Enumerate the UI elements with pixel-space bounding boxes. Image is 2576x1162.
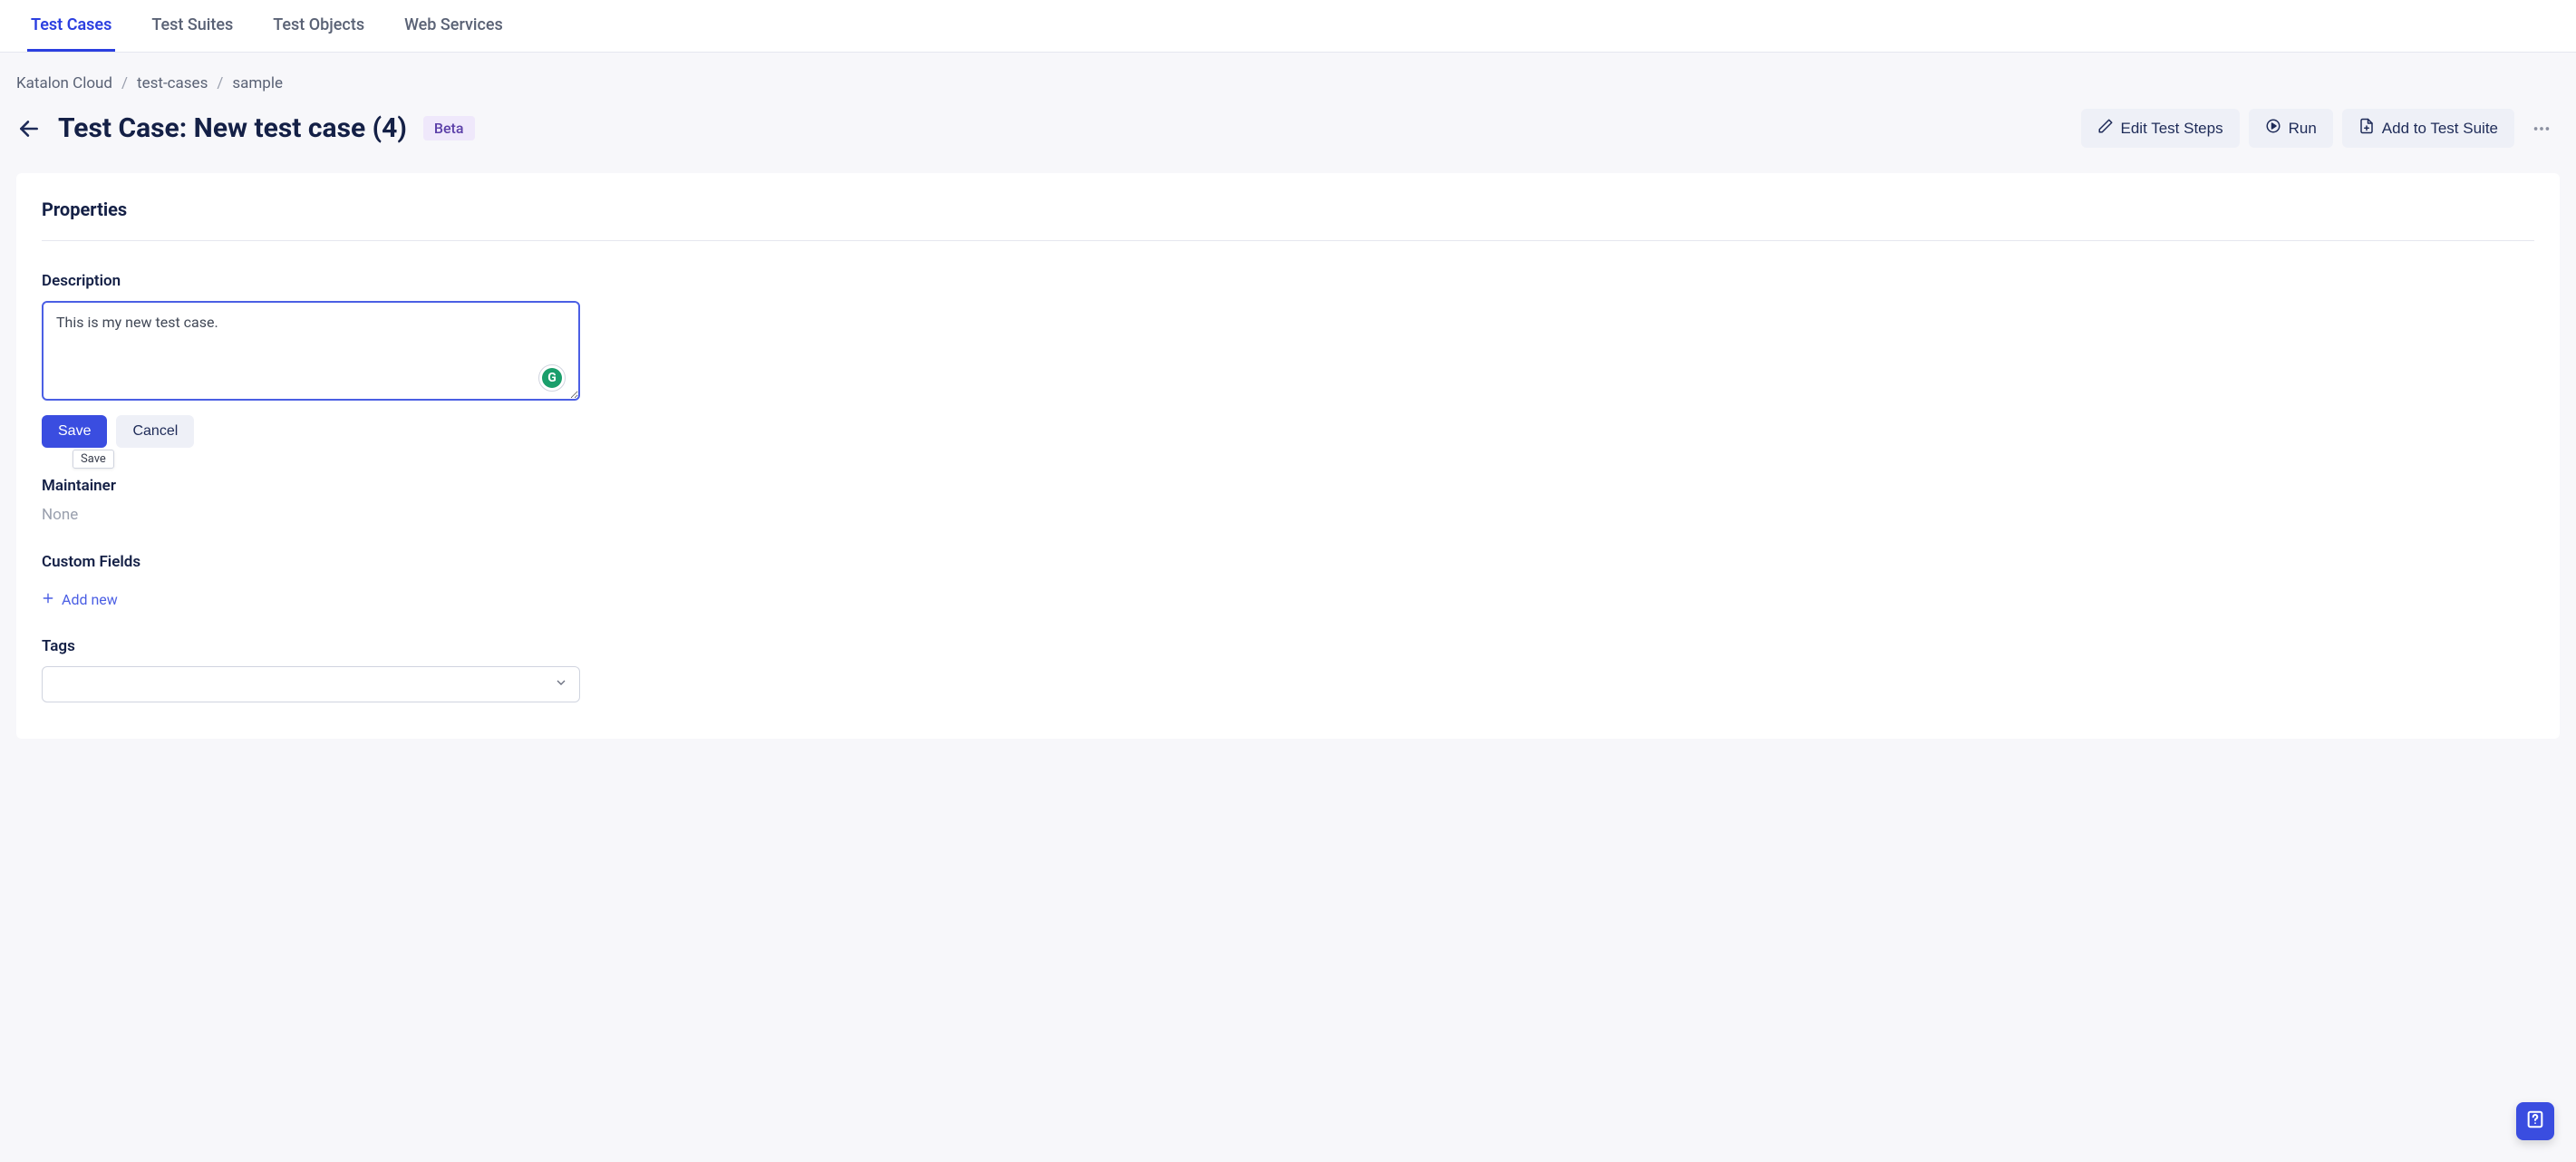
plus-icon (42, 591, 54, 608)
header-left: Test Case: New test case (4) Beta (16, 112, 475, 144)
header-actions: Edit Test Steps Run Add to Test Suite (2081, 109, 2561, 148)
tab-web-services[interactable]: Web Services (401, 0, 507, 52)
save-button[interactable]: Save (42, 415, 107, 448)
run-button[interactable]: Run (2249, 109, 2333, 148)
run-label: Run (2289, 120, 2317, 138)
save-tooltip: Save (73, 450, 114, 469)
properties-heading: Properties (42, 199, 2534, 241)
tab-test-cases[interactable]: Test Cases (27, 0, 115, 52)
back-arrow-icon[interactable] (16, 116, 42, 141)
top-nav: Test Cases Test Suites Test Objects Web … (0, 0, 2576, 53)
add-to-test-suite-button[interactable]: Add to Test Suite (2342, 109, 2514, 148)
grammarly-widget[interactable]: G (538, 364, 566, 392)
file-plus-icon (2358, 118, 2375, 139)
maintainer-label: Maintainer (42, 477, 2534, 495)
properties-panel: Properties Description G Save Cancel Sav… (16, 173, 2560, 739)
description-section: Description G Save Cancel Save (42, 272, 2534, 448)
add-new-label: Add new (62, 591, 118, 608)
description-input[interactable] (42, 301, 580, 401)
breadcrumb-item[interactable]: Katalon Cloud (16, 74, 112, 92)
custom-fields-label: Custom Fields (42, 553, 2534, 571)
add-to-test-suite-label: Add to Test Suite (2382, 120, 2498, 138)
maintainer-section: Maintainer None (42, 477, 2534, 524)
page-title: Test Case: New test case (4) (58, 112, 407, 144)
edit-test-steps-label: Edit Test Steps (2121, 120, 2223, 138)
play-circle-icon (2265, 118, 2281, 139)
add-new-custom-field[interactable]: Add new (42, 591, 118, 608)
more-actions-button[interactable] (2523, 111, 2560, 147)
beta-badge: Beta (423, 116, 475, 140)
pencil-icon (2097, 118, 2114, 139)
description-label: Description (42, 272, 2534, 290)
tab-test-suites[interactable]: Test Suites (148, 0, 237, 52)
tab-test-objects[interactable]: Test Objects (269, 0, 368, 52)
maintainer-value: None (42, 506, 2534, 524)
breadcrumb: Katalon Cloud / test-cases / sample (16, 74, 2560, 92)
page-body: Katalon Cloud / test-cases / sample Test… (0, 53, 2576, 1162)
tags-select[interactable] (42, 666, 580, 702)
custom-fields-section: Custom Fields Add new (42, 553, 2534, 608)
edit-test-steps-button[interactable]: Edit Test Steps (2081, 109, 2240, 148)
page-header: Test Case: New test case (4) Beta Edit T… (16, 109, 2560, 148)
tags-section: Tags (42, 637, 2534, 702)
grammarly-icon: G (542, 368, 562, 388)
breadcrumb-item[interactable]: sample (232, 74, 283, 92)
description-buttons: Save Cancel Save (42, 415, 2534, 448)
breadcrumb-separator: / (121, 74, 128, 92)
help-icon (2525, 1109, 2545, 1133)
help-fab[interactable] (2516, 1102, 2554, 1140)
breadcrumb-separator: / (217, 74, 223, 92)
tags-label: Tags (42, 637, 2534, 655)
breadcrumb-item[interactable]: test-cases (137, 74, 208, 92)
cancel-button[interactable]: Cancel (116, 415, 194, 448)
chevron-down-icon (554, 675, 568, 693)
